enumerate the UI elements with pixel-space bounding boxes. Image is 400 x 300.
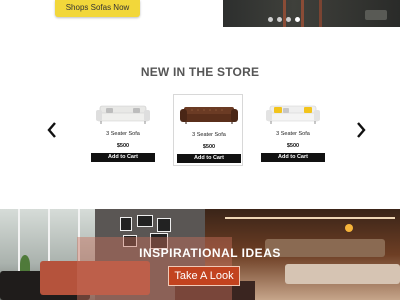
add-to-cart-button[interactable]: Add to Cart: [91, 153, 155, 162]
take-a-look-button[interactable]: Take A Look: [168, 266, 240, 286]
chevron-left-icon[interactable]: [47, 122, 57, 141]
product-name[interactable]: 3 Seater Sofa: [88, 131, 158, 137]
carousel-dot[interactable]: [268, 17, 273, 22]
shop-sofas-button[interactable]: Shops Sofas Now: [55, 0, 140, 17]
product-name[interactable]: 3 Seater Sofa: [174, 132, 244, 138]
product-price: $500: [286, 143, 300, 149]
carousel-dot[interactable]: [277, 17, 282, 22]
product-card[interactable]: 3 Seater Sofa $500 Add to Cart: [173, 94, 243, 166]
product-price: $500: [202, 144, 216, 150]
product-card[interactable]: 3 Seater Sofa $500 Add to Cart: [258, 94, 328, 166]
lamp-leg: [301, 0, 304, 27]
carousel-dot[interactable]: [286, 17, 291, 22]
section-title: NEW IN THE STORE: [140, 65, 260, 79]
side-table: [365, 10, 387, 20]
lamp-leg: [283, 0, 286, 27]
product-price: $500: [116, 143, 130, 149]
product-card[interactable]: 3 Seater Sofa $500 Add to Cart: [88, 94, 158, 166]
white-sofa-image[interactable]: [92, 102, 154, 127]
lamp-leg: [319, 0, 322, 27]
carousel-dot-active[interactable]: [295, 17, 300, 22]
banner-title: INSPIRATIONAL IDEAS: [139, 246, 281, 260]
hero-section: Shops Sofas Now: [0, 0, 400, 27]
carousel-dots: [268, 17, 300, 22]
add-to-cart-button[interactable]: Add to Cart: [261, 153, 325, 162]
white-sofa-yellow-pillows-image[interactable]: [262, 102, 324, 127]
chevron-right-icon[interactable]: [356, 122, 366, 141]
product-name[interactable]: 3 Seater Sofa: [258, 131, 328, 137]
brown-chesterfield-sofa-image[interactable]: [178, 103, 240, 128]
hero-carousel-image: [223, 0, 400, 27]
add-to-cart-button[interactable]: Add to Cart: [177, 154, 241, 163]
